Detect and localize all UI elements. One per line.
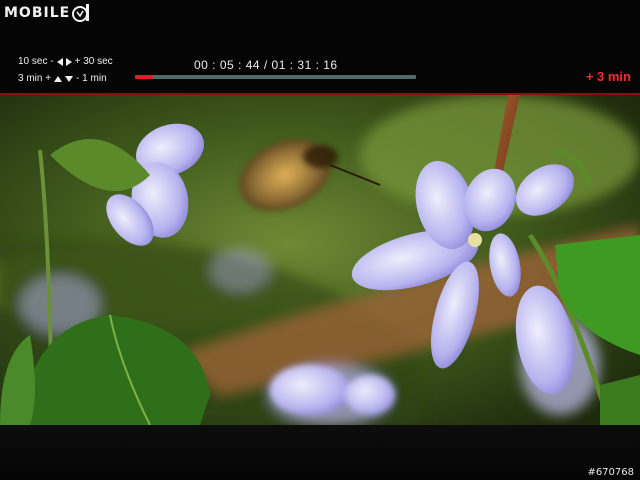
mobile01-logo-icon [72,4,90,22]
video-frame[interactable] [0,95,640,425]
bottom-bar [0,425,640,480]
video-frame-bee-and-violets [0,95,640,425]
progress-fill [135,75,153,79]
left-triangle-icon [56,57,63,66]
watermark: MOBILE [4,2,91,24]
progress-bar[interactable] [135,75,416,79]
down-triangle-icon [65,75,74,82]
seek-forward-30-label: + 30 sec [74,56,113,67]
up-triangle-icon [54,75,63,82]
image-id: #670768 [587,467,634,478]
seek-back-10-label: 10 sec - [18,56,54,67]
seek-hint-minutes: 3 min + - 1 min [18,73,107,84]
seek-back-1min-label: - 1 min [76,73,107,84]
right-triangle-icon [65,57,72,66]
player-osd: 10 sec - + 30 sec 3 min + - 1 min 00 : 0… [0,52,640,94]
watermark-text: MOBILE [4,5,71,21]
seek-hint-seconds: 10 sec - + 30 sec [18,56,113,67]
seek-delta-indicator: + 3 min [585,69,631,84]
seek-forward-3min-label: 3 min + [18,73,52,84]
timecode: 00 : 05 : 44 / 01 : 31 : 16 [194,58,338,72]
